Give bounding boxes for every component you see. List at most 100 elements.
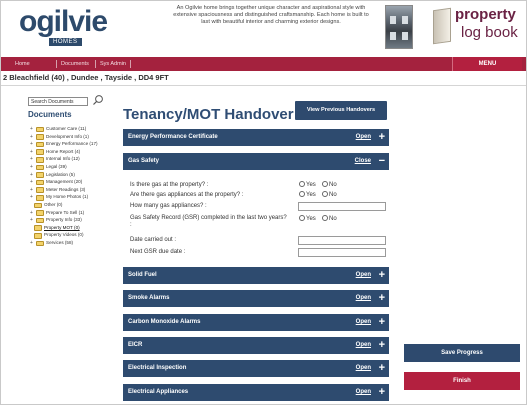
section-gas-safety[interactable]: Gas Safety Close − [123,153,389,170]
nav-documents[interactable]: Documents [61,57,89,71]
gsr-completed-no-radio[interactable]: No [322,215,337,223]
tree-item[interactable]: Other (0) [28,201,124,209]
gas-appliance-count-input[interactable] [298,202,386,211]
tree-item[interactable]: + Home Report (4) [28,148,124,156]
folder-icon [36,210,44,216]
site-header: ogilvie HOMES An Ogilvie home brings tog… [1,1,526,57]
gsr-completed-label: Gas Safety Record (GSR) completed in the… [130,215,287,228]
section-toggle-link[interactable]: Open [356,290,371,307]
app-frame: ogilvie HOMES An Ogilvie home brings tog… [0,0,527,405]
tree-item[interactable]: + Legislation (5) [28,171,124,179]
plus-icon[interactable]: + [379,129,385,145]
documents-sidebar: Documents +Customer Care (11)+Developmen… [28,94,112,267]
tree-item-label: Property MOT (0) [44,224,80,230]
tree-item[interactable]: Property MOT (0) [28,224,124,232]
tree-item-label: Property Videos (0) [44,232,84,238]
section-toggle-link[interactable]: Open [356,314,371,331]
folder-icon [34,202,42,209]
tree-item-label: Legal (39) [46,163,67,169]
search-icon[interactable] [92,94,104,106]
tree-item-label: Services (58) [46,239,74,245]
folder-icon [36,141,44,148]
header-blurb: An Ogilvie home brings together unique c… [173,5,369,25]
tree-item[interactable]: + My Home Photos (1) [28,193,124,201]
ogilvie-logo[interactable]: ogilvie [19,7,108,37]
tree-item[interactable]: + Internal Info (12) [28,155,124,163]
tree-item[interactable]: Property Videos (0) [28,231,124,239]
section-smoke-alarms[interactable]: Smoke Alarms Open + [123,290,389,307]
section-title: Energy Performance Certificate [128,134,218,140]
tree-item[interactable]: + Management (20) [28,178,124,186]
brand-line-1: property [455,6,516,23]
folder-icon [36,179,44,186]
folder-icon [36,217,44,224]
nav-sys-admin[interactable]: Sys Admin [100,57,126,71]
save-progress-button[interactable]: Save Progress [404,344,520,362]
section-title: EICR [128,342,143,348]
section-energy-performance-certificate[interactable]: Energy Performance Certificate Open + [123,129,389,146]
view-previous-handovers-button[interactable]: View Previous Handovers [295,101,387,120]
gsr-completed-yes-radio[interactable]: Yes [299,215,316,223]
tree-item[interactable]: + Energy Performance (17) [28,140,124,148]
tree-item[interactable]: + Services (58) [28,239,124,247]
section-carbon-monoxide-alarms[interactable]: Carbon Monoxide Alarms Open + [123,314,389,331]
minus-icon[interactable]: − [379,153,385,169]
logo-subtitle: HOMES [49,38,82,46]
plus-icon[interactable]: + [379,290,385,306]
gas-at-property-no-radio[interactable]: No [322,181,337,189]
section-title: Smoke Alarms [128,295,170,301]
search-documents-input[interactable] [28,97,88,106]
section-title: Carbon Monoxide Alarms [128,319,201,325]
tree-item[interactable]: + Prepare To Sell (1) [28,209,124,217]
plus-icon[interactable]: + [379,314,385,330]
tree-item-label: Other (0) [44,201,63,207]
folder-icon [36,134,44,140]
section-solid-fuel[interactable]: Solid Fuel Open + [123,267,389,284]
tree-item[interactable]: + Customer Care (11) [28,125,124,133]
nav-home[interactable]: Home [15,57,30,71]
section-title: Electrical Appliances [128,389,189,395]
section-toggle-link[interactable]: Open [356,384,371,401]
gas-appliances-yes-radio[interactable]: Yes [299,191,316,199]
finish-button[interactable]: Finish [404,372,520,390]
section-toggle-link[interactable]: Open [356,267,371,284]
section-toggle-link[interactable]: Open [356,337,371,354]
tree-item-label: Customer Care (11) [46,126,87,131]
property-address: 2 Bleachfield (40) , Dundee , Tayside , … [3,73,169,82]
section-electrical-appliances[interactable]: Electrical Appliances Open + [123,384,389,401]
plus-icon[interactable]: + [379,267,385,283]
folder-icon [34,233,42,239]
tree-item-label: Property Info (33) [46,217,82,223]
section-electrical-inspection[interactable]: Electrical Inspection Open + [123,360,389,377]
expand-icon[interactable]: + [30,240,33,248]
action-panel: Save Progress Finish [404,344,520,396]
section-title: Solid Fuel [128,272,157,278]
tree-item-label: My Home Photos (1) [46,194,89,200]
folder-icon [36,172,44,178]
section-title: Electrical Inspection [128,365,187,371]
plus-icon[interactable]: + [379,337,385,353]
tree-item-label: Legislation (5) [46,171,75,177]
plus-icon[interactable]: + [379,384,385,400]
date-carried-out-input[interactable] [298,236,386,245]
next-gsr-due-input[interactable] [298,248,386,257]
nav-divider [130,60,131,68]
section-toggle-link[interactable]: Close [355,153,371,170]
folder-icon [36,164,44,171]
tree-item[interactable]: + Property Info (33) [28,216,124,224]
tree-item-label: Management (20) [46,179,83,185]
folder-icon [36,187,44,193]
plus-icon[interactable]: + [379,360,385,376]
gas-at-property-yes-radio[interactable]: Yes [299,181,316,189]
nav-divider [95,60,96,68]
section-toggle-link[interactable]: Open [356,129,371,146]
section-toggle-link[interactable]: Open [356,360,371,377]
tree-item[interactable]: + Meter Readings (3) [28,186,124,194]
menu-button[interactable]: MENU [452,57,522,71]
tree-item[interactable]: + Legal (39) [28,163,124,171]
section-eicr[interactable]: EICR Open + [123,337,389,354]
next-gsr-due-label: Next GSR due date : [130,249,186,255]
divider [1,85,526,86]
tree-item[interactable]: + Development Info (1) [28,133,124,141]
gas-appliances-no-radio[interactable]: No [322,191,337,199]
